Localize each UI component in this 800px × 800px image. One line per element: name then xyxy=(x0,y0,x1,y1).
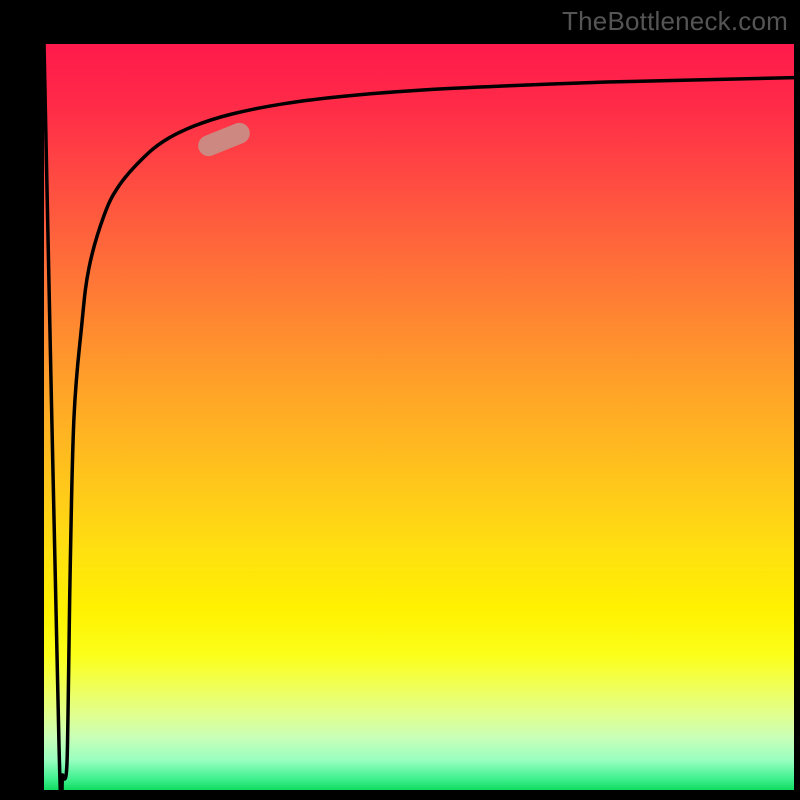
bottleneck-curve xyxy=(44,44,794,790)
watermark-text: TheBottleneck.com xyxy=(562,6,788,37)
chart-canvas: TheBottleneck.com xyxy=(0,0,800,800)
plot-area xyxy=(44,44,794,790)
highlight-marker xyxy=(195,120,253,160)
curve-layer xyxy=(44,44,794,790)
